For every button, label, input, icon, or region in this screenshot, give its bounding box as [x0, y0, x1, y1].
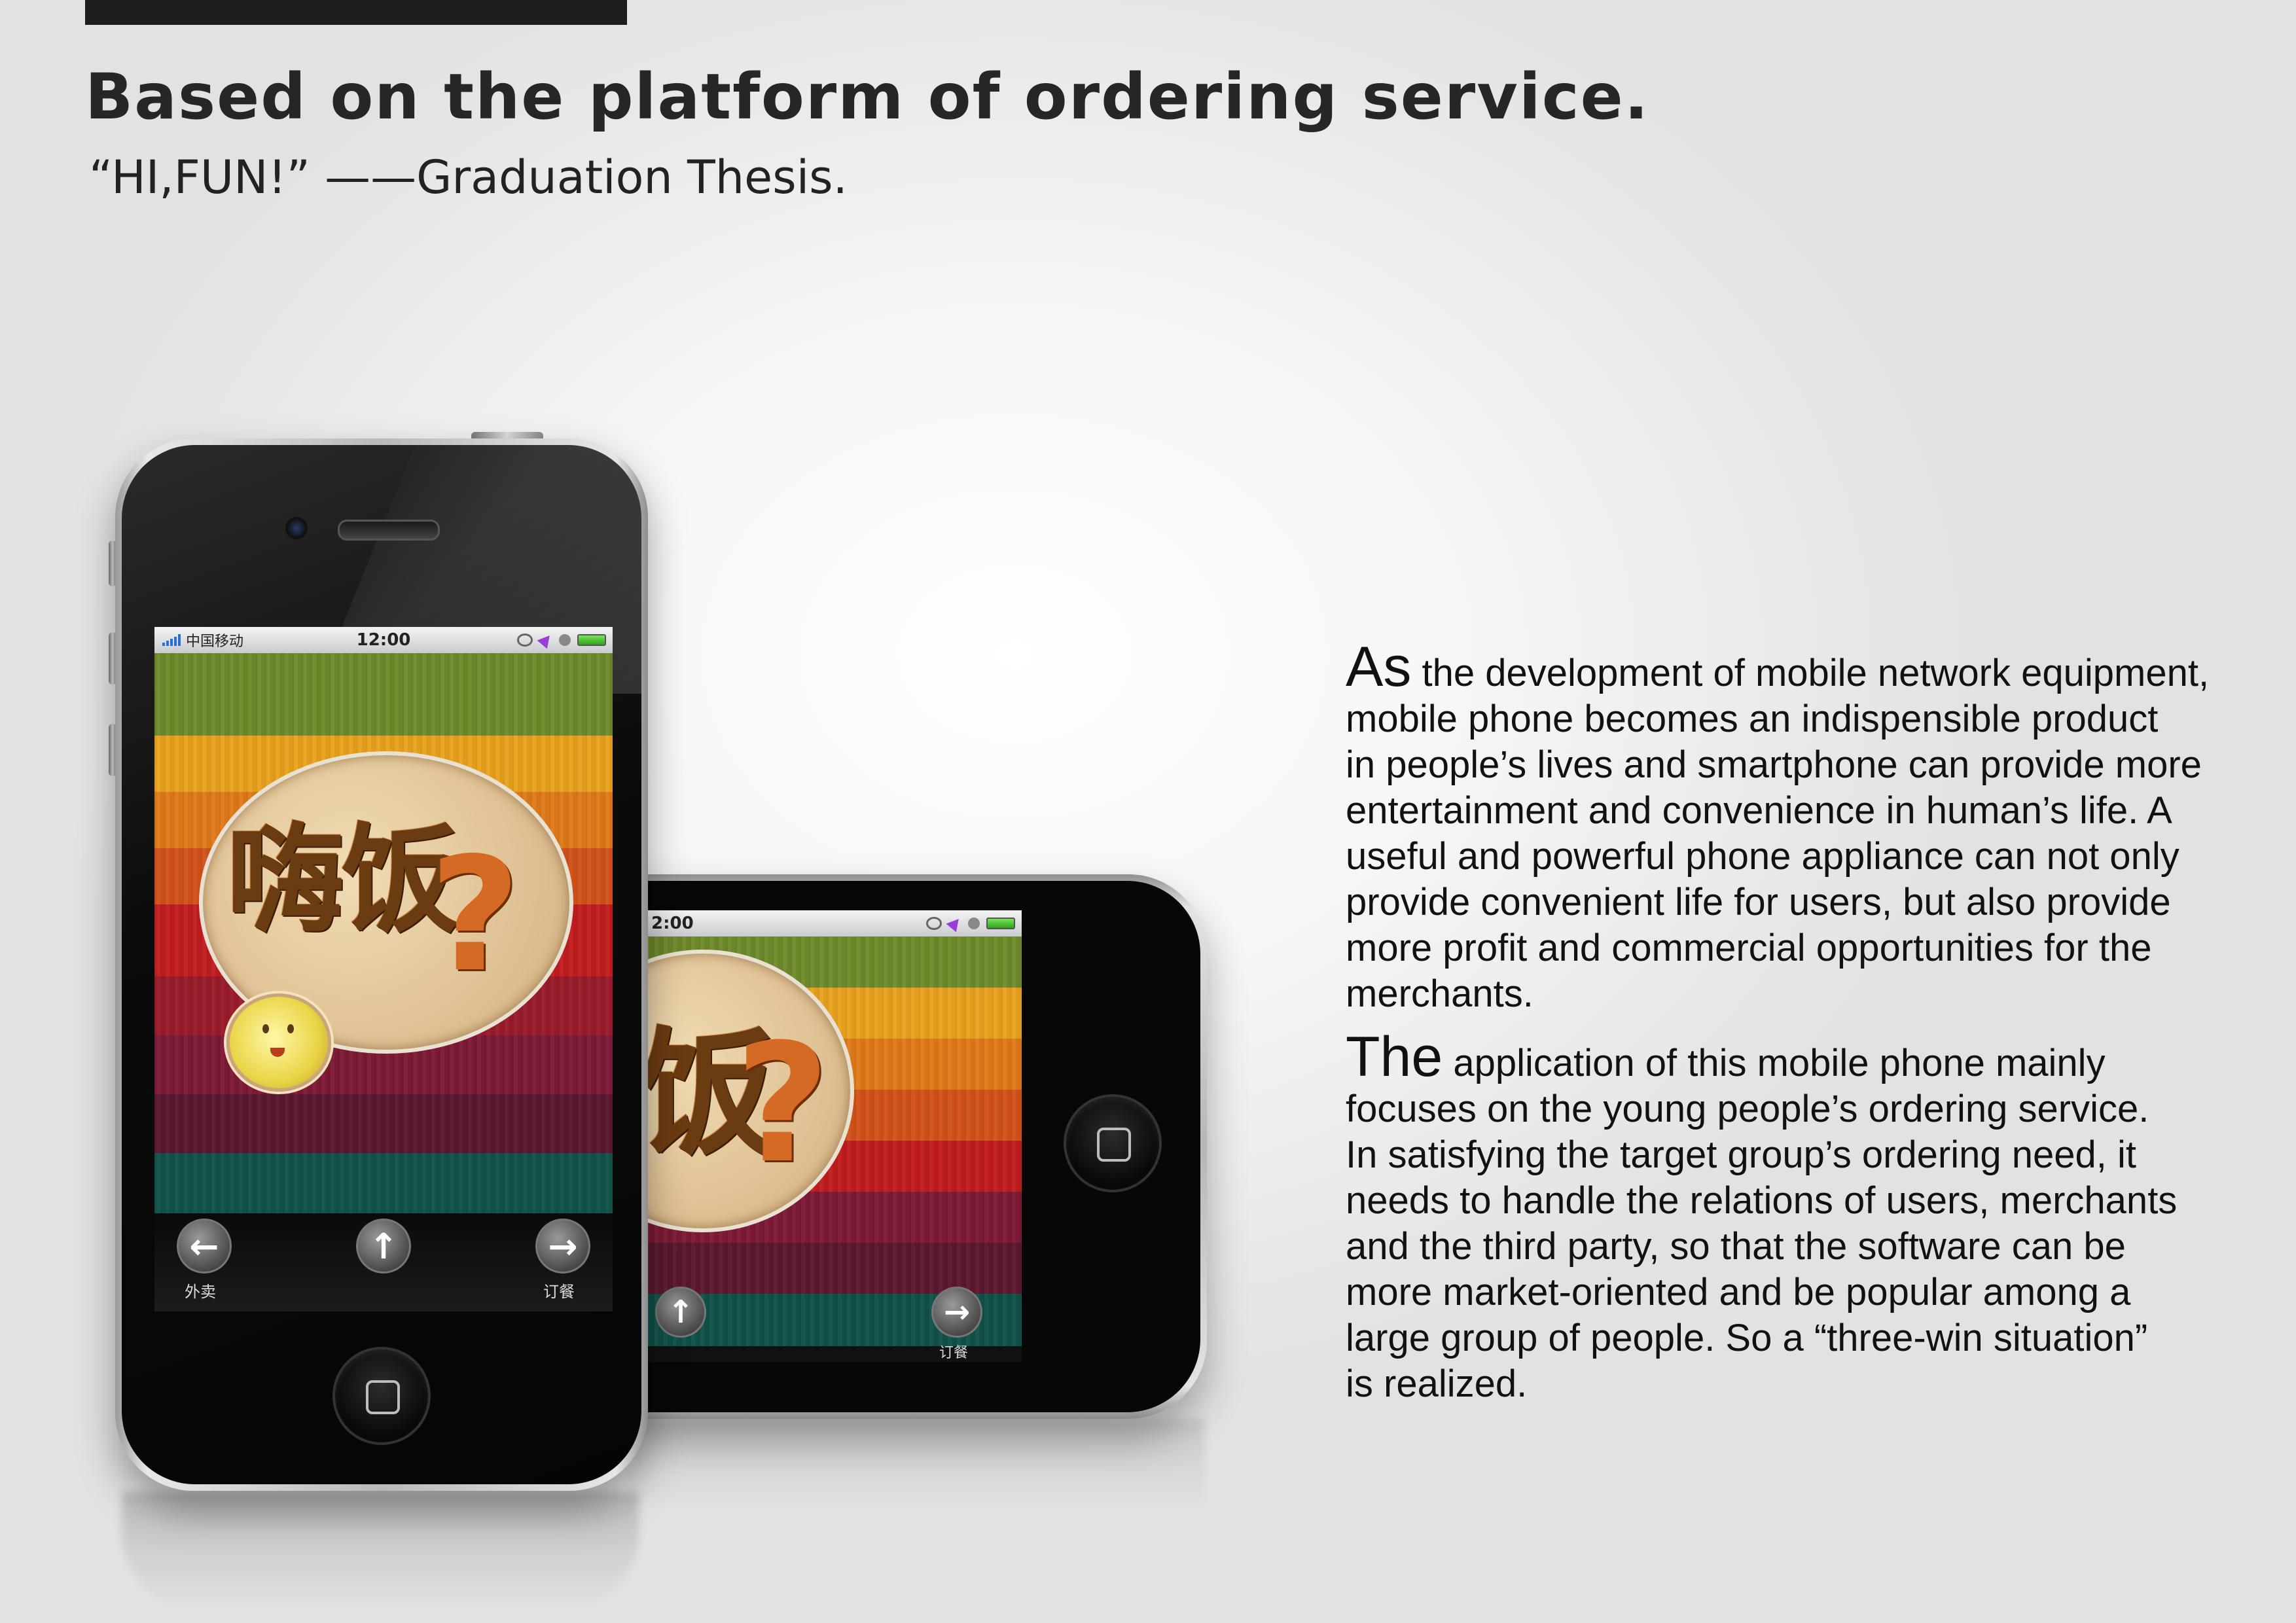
text-line: useful and powerful phone appliance can … — [1346, 835, 2179, 878]
text-line: provide convenient life for users, but a… — [1346, 881, 2171, 923]
text-line: is realized. — [1346, 1363, 1528, 1405]
battery-icon — [577, 634, 606, 646]
nav-label-order: 订餐 — [939, 1345, 969, 1361]
status-time: 2:00 — [651, 914, 694, 933]
rotation-lock-icon — [517, 633, 533, 647]
arrow-right-icon: → — [548, 1225, 578, 1267]
text-line: large group of people. So a “three-win s… — [1346, 1317, 2148, 1359]
paragraph-lead-word: As — [1346, 635, 1412, 698]
status-icons — [926, 914, 1015, 933]
nav-label-order: 订餐 — [543, 1283, 575, 1301]
paragraph-first-line: The application of this mobile phone mai… — [1346, 1029, 2236, 1086]
text-line: the development of mobile network equipm… — [1411, 652, 2210, 694]
description-paragraph-1: As the development of mobile network equ… — [1346, 639, 2236, 1017]
location-icon — [946, 914, 964, 933]
text-line: mobile phone becomes an indispensible pr… — [1346, 698, 2159, 740]
home-button-icon — [366, 1380, 400, 1414]
text-line: focuses on the young people’s ordering s… — [1346, 1088, 2149, 1130]
arrow-up-button[interactable]: ↑ — [655, 1287, 706, 1338]
arrow-up-icon: ↑ — [667, 1294, 694, 1330]
text-line: entertainment and convenience in human’s… — [1346, 789, 2172, 832]
landscape-home-button[interactable] — [1064, 1094, 1162, 1192]
text-line: in people’s lives and smartphone can pro… — [1346, 743, 2202, 786]
landscape-phone-screen: 2:00 饭 ? ↑ → 订餐 — [643, 910, 1022, 1362]
mascot-mouth — [270, 1048, 285, 1057]
stripe — [643, 1243, 1022, 1294]
top-decorative-bar — [85, 0, 627, 25]
portrait-phone-screen: 中国移动 12:00 嗨饭 ? ← 外卖 ↑ → 订餐 — [154, 627, 613, 1311]
arrow-up-button[interactable]: ↑ — [356, 1219, 411, 1274]
nav-label-takeout: 外卖 — [185, 1283, 216, 1301]
alarm-icon — [968, 918, 980, 929]
home-button[interactable] — [332, 1347, 431, 1445]
landscape-phone-reflection — [628, 1419, 1204, 1510]
arrow-right-button[interactable]: → — [931, 1287, 982, 1338]
arrow-left-icon: ← — [189, 1225, 219, 1267]
status-bar: 中国移动 12:00 — [154, 627, 613, 653]
location-icon — [537, 631, 555, 649]
battery-icon — [986, 918, 1015, 929]
arrow-right-icon: → — [943, 1294, 971, 1330]
mascot-eye — [287, 1024, 294, 1033]
order-button[interactable]: → — [535, 1219, 590, 1274]
portrait-phone: 中国移动 12:00 嗨饭 ? ← 外卖 ↑ → 订餐 — [115, 438, 648, 1491]
alarm-icon — [559, 634, 571, 646]
page-title: Based on the platform of ordering servic… — [85, 60, 1650, 134]
app-logo-text: 嗨饭 — [226, 811, 459, 949]
description-paragraph-2: The application of this mobile phone mai… — [1346, 1029, 2236, 1407]
text-line: needs to handle the relations of users, … — [1346, 1179, 2178, 1222]
arrow-up-icon: ↑ — [368, 1225, 399, 1267]
logo-question-mark: ? — [735, 1008, 831, 1199]
takeout-button[interactable]: ← — [177, 1219, 232, 1274]
paragraph-lead-word: The — [1346, 1026, 1443, 1088]
status-icons — [517, 631, 606, 649]
front-camera-icon — [285, 517, 308, 539]
bottom-nav-bar: ← 外卖 ↑ → 订餐 — [154, 1213, 613, 1311]
text-line: merchants. — [1346, 972, 1534, 1015]
portrait-phone-face: 中国移动 12:00 嗨饭 ? ← 外卖 ↑ → 订餐 — [122, 445, 641, 1484]
text-line: more profit and commercial opportunities… — [1346, 927, 2152, 969]
rotation-lock-icon — [926, 917, 942, 930]
text-line: application of this mobile phone mainly — [1443, 1042, 2106, 1084]
stripe — [154, 1094, 613, 1153]
portrait-phone-reflection — [122, 1492, 639, 1610]
home-button-icon — [1097, 1128, 1131, 1162]
logo-question-mark: ? — [429, 823, 521, 1007]
status-bar: 2:00 — [643, 910, 1022, 936]
paragraph-first-line: As the development of mobile network equ… — [1346, 639, 2236, 696]
mascot-icon — [226, 993, 331, 1092]
earpiece-speaker — [338, 520, 440, 541]
text-line: more market-oriented and be popular amon… — [1346, 1271, 2131, 1313]
stripe — [154, 653, 613, 736]
text-line: and the third party, so that the softwar… — [1346, 1225, 2126, 1268]
page-subtitle: “HI,FUN!” ——Graduation Thesis. — [89, 151, 848, 204]
mascot-eye — [262, 1024, 269, 1033]
text-line: In satisfying the target group’s orderin… — [1346, 1133, 2137, 1176]
